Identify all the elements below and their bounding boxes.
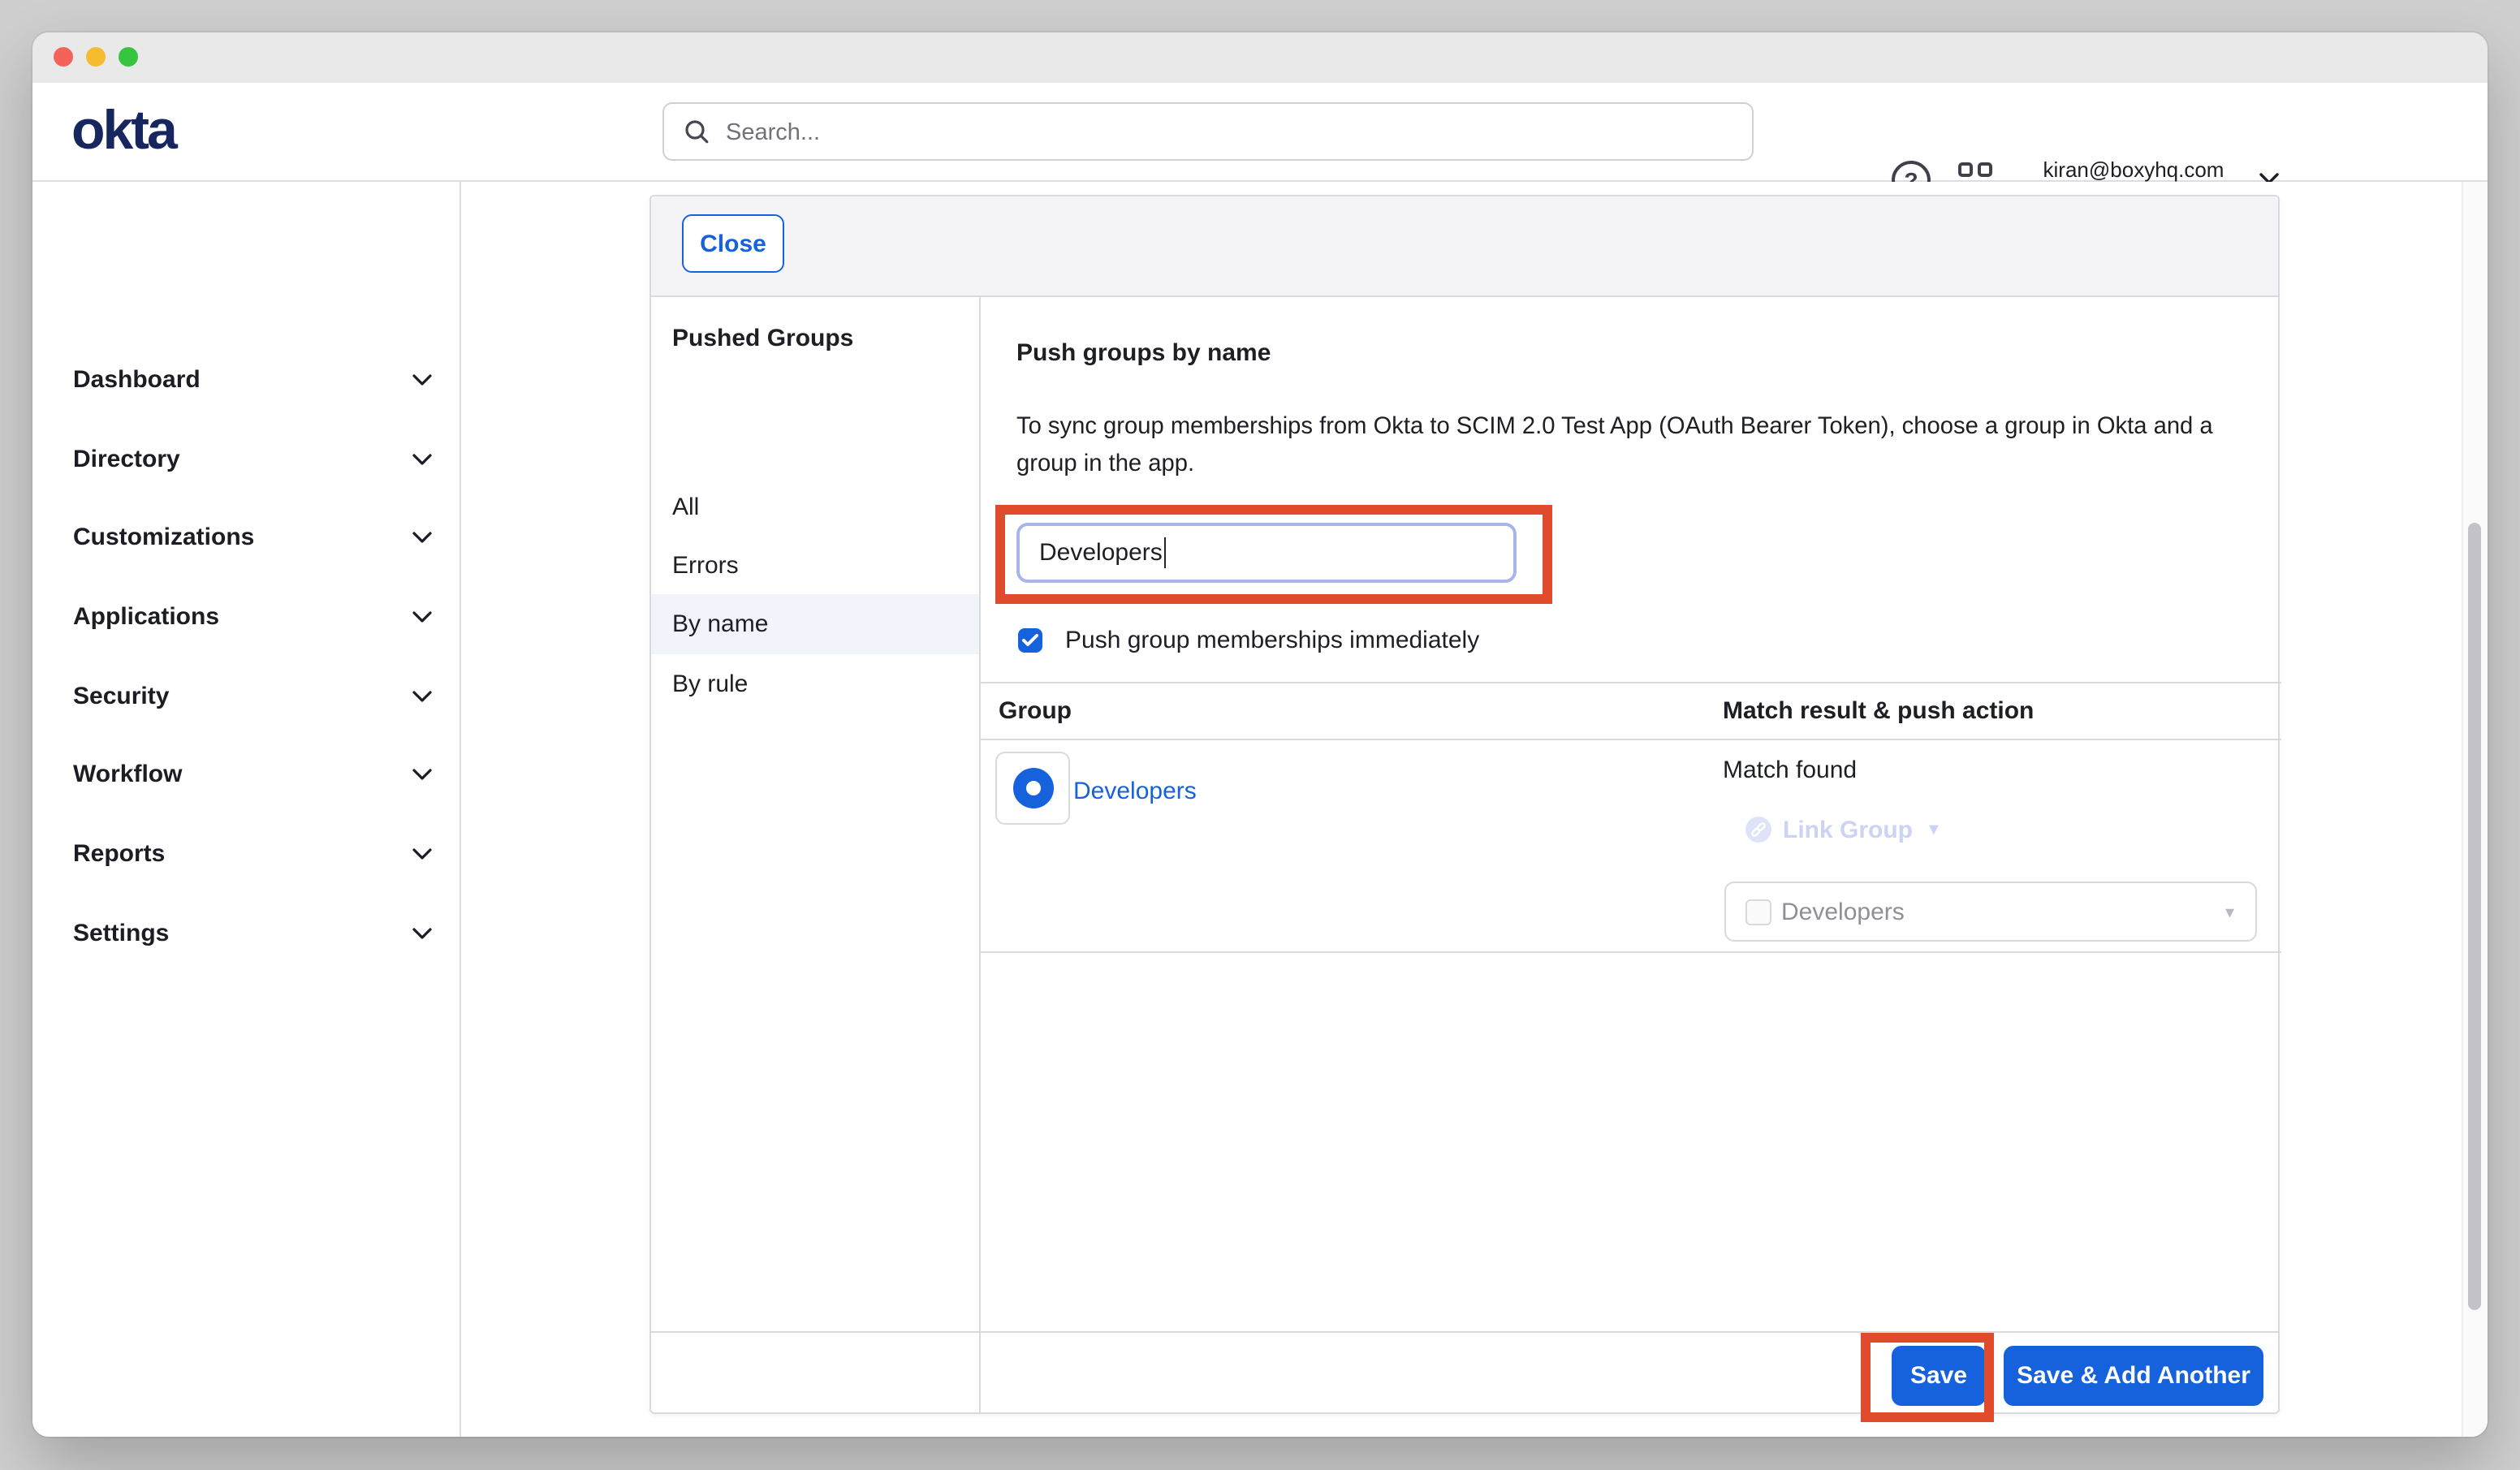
sidebar-item-label: Workflow	[73, 761, 182, 788]
app-group-select[interactable]: Developers ▾	[1724, 882, 2257, 942]
save-button[interactable]: Save	[1892, 1346, 1986, 1406]
sidebar-item-customizations[interactable]: Customizations	[32, 498, 460, 576]
sidebar-item-label: Dashboard	[73, 366, 201, 394]
group-name-input-value: Developers	[1039, 539, 1163, 567]
group-name-link[interactable]: Developers	[1073, 778, 1197, 805]
sidebar-item-label: Directory	[73, 446, 180, 473]
save-add-another-button[interactable]: Save & Add Another	[2004, 1346, 2263, 1406]
window-titlebar	[32, 32, 2488, 83]
subnav-item-all[interactable]: All	[651, 477, 979, 537]
scrollbar-track[interactable]	[2462, 182, 2488, 1437]
chevron-down-icon	[412, 928, 432, 939]
window-zoom-icon[interactable]	[119, 47, 138, 67]
sidebar-item-label: Applications	[73, 603, 219, 631]
checkmark-icon	[1021, 633, 1039, 648]
sidebar-item-label: Customizations	[73, 524, 254, 551]
content-area: Dashboard Directory Customizations Appli…	[32, 182, 2488, 1437]
sidebar-item-reports[interactable]: Reports	[32, 815, 460, 893]
form-heading: Push groups by name	[1016, 339, 1271, 367]
panel-toolbar: Close	[651, 196, 2278, 297]
sidebar-item-security[interactable]: Security	[32, 657, 460, 735]
chevron-down-icon	[412, 611, 432, 623]
panel-footer: Save Save & Add Another	[651, 1331, 2278, 1412]
select-caret-icon: ▾	[2225, 901, 2234, 922]
group-donut-icon	[1013, 768, 1054, 808]
app-group-placeholder-icon	[1745, 899, 1771, 925]
global-search[interactable]	[662, 102, 1754, 161]
okta-logo: okta	[71, 100, 175, 163]
push-immediately-checkbox[interactable]	[1018, 628, 1042, 653]
subnav-item-by-rule[interactable]: By rule	[651, 654, 979, 714]
subnav-title: Pushed Groups	[672, 325, 853, 352]
chevron-down-icon	[412, 691, 432, 702]
column-header-match: Match result & push action	[1723, 697, 2034, 725]
grid-square	[1978, 162, 1992, 177]
match-status: Match found	[1723, 757, 1857, 784]
match-table-header: Group Match result & push action	[979, 682, 2281, 740]
group-avatar	[995, 752, 1070, 825]
sidebar: Dashboard Directory Customizations Appli…	[32, 182, 461, 1437]
chevron-down-icon	[412, 848, 432, 860]
sidebar-item-directory[interactable]: Directory	[32, 420, 460, 498]
link-icon	[1745, 817, 1771, 843]
account-email: kiran@boxyhq.com	[2025, 157, 2242, 183]
link-group-dropdown[interactable]: Link Group ▼	[1745, 815, 1942, 844]
subnav-item-by-name[interactable]: By name	[651, 594, 979, 654]
app-header: okta ? kiran@boxyhq.com okta-dev-2090126…	[32, 83, 2488, 182]
column-header-group: Group	[999, 697, 1072, 725]
chevron-down-icon	[412, 769, 432, 780]
pushed-groups-subnav: Pushed Groups All Errors By name By rule	[651, 295, 981, 1412]
group-name-input[interactable]: Developers	[1016, 523, 1517, 583]
window-minimize-icon[interactable]	[86, 47, 106, 67]
sidebar-item-workflow[interactable]: Workflow	[32, 735, 460, 813]
search-icon	[684, 119, 710, 144]
grid-square	[1958, 162, 1973, 177]
form-description: To sync group memberships from Okta to S…	[1016, 409, 2221, 484]
sidebar-item-label: Security	[73, 683, 169, 710]
browser-window: okta ? kiran@boxyhq.com okta-dev-2090126…	[32, 32, 2488, 1437]
chevron-down-icon	[412, 454, 432, 465]
push-groups-panel: Close Pushed Groups All Errors By name B…	[649, 195, 2280, 1414]
chevron-down-icon	[412, 532, 432, 543]
window-close-icon[interactable]	[54, 47, 73, 67]
close-button[interactable]: Close	[682, 214, 784, 273]
push-immediately-label: Push group memberships immediately	[1065, 627, 1479, 656]
sidebar-item-applications[interactable]: Applications	[32, 578, 460, 656]
sidebar-item-label: Reports	[73, 840, 165, 868]
search-input[interactable]	[723, 104, 1739, 162]
link-group-label: Link Group	[1783, 816, 1913, 843]
sidebar-item-dashboard[interactable]: Dashboard	[32, 341, 460, 419]
link-group-caret-icon: ▼	[1926, 821, 1942, 838]
text-cursor	[1164, 537, 1167, 568]
sidebar-item-settings[interactable]: Settings	[32, 895, 460, 972]
chevron-down-icon	[412, 374, 432, 386]
subnav-item-errors[interactable]: Errors	[651, 536, 979, 596]
screenshot-stage: okta ? kiran@boxyhq.com okta-dev-2090126…	[0, 0, 2520, 1470]
app-group-value: Developers	[1781, 898, 1905, 925]
scrollbar-thumb[interactable]	[2468, 523, 2481, 1310]
sidebar-item-label: Settings	[73, 920, 169, 947]
